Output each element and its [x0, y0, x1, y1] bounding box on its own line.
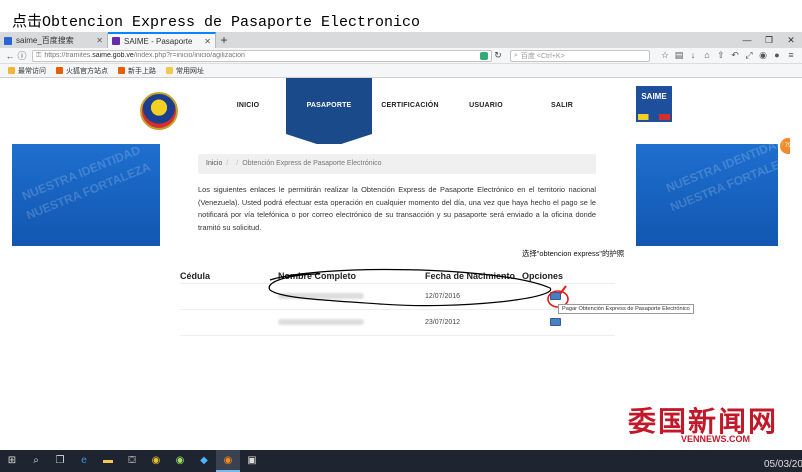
close-tab-icon[interactable]: ✕	[204, 37, 211, 46]
extension-badge-icon[interactable]	[480, 51, 488, 60]
screenshot-icon[interactable]: ⤢	[742, 50, 756, 61]
redaction-scribble	[268, 268, 552, 307]
address-bar[interactable]: ⚿ https://tramites.saime.gob.ve/index.ph…	[32, 49, 492, 62]
toolbar-icons: ☆ ▤ ↓ ⌂ ⇧ ↶ ⤢ ◉ ● ≡	[658, 50, 798, 61]
pay-express-button[interactable]	[550, 317, 561, 326]
library-icon[interactable]: ▤	[672, 50, 686, 61]
undo-icon[interactable]: ↶	[728, 50, 742, 61]
window-controls: — ❐ ✕	[736, 32, 802, 48]
saime-favicon-icon	[112, 37, 120, 45]
bookmark-star-icon[interactable]: ☆	[658, 50, 672, 61]
web-page: INICIO PASAPORTE CERTIFICACIÓN USUARIO S…	[0, 78, 790, 450]
home-icon[interactable]: ⌂	[700, 50, 714, 61]
addon-icon[interactable]: ◉	[756, 50, 770, 61]
share-icon[interactable]: ⇧	[714, 50, 728, 61]
breadcrumb: Inicio / / Obtención Express de Pasaporte E…	[198, 154, 596, 174]
baidu-favicon-icon	[4, 36, 12, 45]
chrome-icon[interactable]: ◉	[144, 450, 168, 472]
maximize-icon[interactable]: ❐	[758, 32, 780, 48]
bookmark-most-visited[interactable]: 最常访问	[8, 66, 46, 76]
main-content: Inicio / / Obtención Express de Pasaporte E…	[160, 144, 694, 360]
system-clock[interactable]: 05/03/2017	[764, 454, 802, 472]
menu-pasaporte[interactable]: PASAPORTE	[286, 78, 372, 148]
watermark-url: VENNEWS.COM	[680, 434, 750, 444]
firefox-icon	[56, 67, 63, 74]
search-icon: ⌕	[514, 51, 518, 59]
bookmark-common[interactable]: 常用网址	[166, 66, 204, 76]
qq-icon[interactable]: ◆	[192, 450, 216, 472]
browser-tab-bar: saime_百度搜索 ✕ SAIME - Pasaporte ✕ + — ❐ ✕	[0, 32, 802, 48]
annotation-caption: 点击Obtencion Express de Pasaporte Electro…	[0, 0, 802, 32]
breadcrumb-home[interactable]: Inicio	[206, 160, 222, 167]
file-explorer-icon[interactable]: ▬	[96, 450, 120, 472]
task-view-icon[interactable]: ❐	[48, 450, 72, 472]
folder-icon	[166, 67, 173, 74]
tab-title: SAIME - Pasaporte	[124, 36, 193, 46]
navigation-bar: ← ⓘ ⚿ https://tramites.saime.gob.ve/inde…	[0, 48, 802, 64]
tab-saime-pasaporte[interactable]: SAIME - Pasaporte ✕	[108, 32, 216, 48]
main-menu: INICIO PASAPORTE CERTIFICACIÓN USUARIO S…	[210, 78, 600, 148]
flag-stripe	[638, 114, 670, 120]
bookmark-getting-started[interactable]: 新手上路	[118, 66, 156, 76]
minimize-icon[interactable]: —	[736, 32, 758, 48]
start-icon[interactable]: ⊞	[0, 450, 24, 472]
tab-title: saime_百度搜索	[16, 36, 74, 45]
search-placeholder: 百度 <Ctrl+K>	[520, 52, 565, 60]
bookmark-icon	[8, 67, 15, 74]
bookmarks-bar: 最常访问 火狐官方站点 新手上路 常用网址	[0, 64, 802, 78]
site-header: INICIO PASAPORTE CERTIFICACIÓN USUARIO S…	[0, 78, 790, 148]
search-icon[interactable]: ⌕	[24, 450, 48, 472]
menu-inicio[interactable]: INICIO	[210, 78, 286, 134]
tooltip: Pagar Obtención Express de Pasaporte Ele…	[558, 304, 694, 314]
store-icon[interactable]: ⛋	[120, 450, 144, 472]
search-input[interactable]: ⌕ 百度 <Ctrl+K>	[510, 49, 650, 62]
new-tab-button[interactable]: +	[216, 33, 232, 48]
close-tab-icon[interactable]: ✕	[96, 36, 103, 45]
cell-fecha: 23/07/2012	[425, 319, 461, 326]
saime-logo[interactable]: SAIME	[636, 86, 672, 122]
tab-saime-baidu[interactable]: saime_百度搜索 ✕	[0, 33, 108, 48]
photos-icon[interactable]: ▣	[240, 450, 264, 472]
back-icon[interactable]: ←	[4, 51, 16, 61]
reload-icon[interactable]: ↻	[492, 50, 504, 61]
edge-icon[interactable]: e	[72, 450, 96, 472]
url-text: https://tramites.saime.gob.ve/index.php?…	[44, 52, 245, 59]
bookmark-firefox[interactable]: 火狐官方站点	[56, 66, 108, 76]
menu-usuario[interactable]: USUARIO	[448, 78, 524, 134]
breadcrumb-current: Obtención Express de Pasaporte Electróni…	[242, 160, 382, 167]
app-icon[interactable]: ◉	[168, 450, 192, 472]
info-icon[interactable]: ⓘ	[16, 49, 28, 62]
cell-nombre-redacted	[278, 318, 425, 327]
intro-paragraph: Los siguientes enlaces le permitirán rea…	[198, 185, 596, 232]
close-window-icon[interactable]: ✕	[780, 32, 802, 48]
table-row: 23/07/2012	[180, 310, 615, 336]
firefox-icon	[118, 67, 125, 74]
download-icon[interactable]: ↓	[686, 50, 700, 61]
cell-opciones	[522, 317, 602, 328]
firefox-taskbar-icon[interactable]: ◉	[216, 450, 240, 472]
venezuela-coat-of-arms-logo[interactable]	[140, 92, 178, 130]
menu-salir[interactable]: SALIR	[524, 78, 600, 134]
chat-icon[interactable]: ●	[770, 50, 784, 61]
windows-taskbar: ⊞ ⌕ ❐ e ▬ ⛋ ◉ ◉ ◆ ◉ ▣ 05/03/2017	[0, 450, 802, 472]
lock-icon: ⚿	[36, 51, 42, 59]
menu-certificacion[interactable]: CERTIFICACIÓN	[372, 78, 448, 134]
menu-icon[interactable]: ≡	[784, 50, 798, 61]
annotation-note: 选择"obtencion express"的护照	[522, 249, 625, 258]
